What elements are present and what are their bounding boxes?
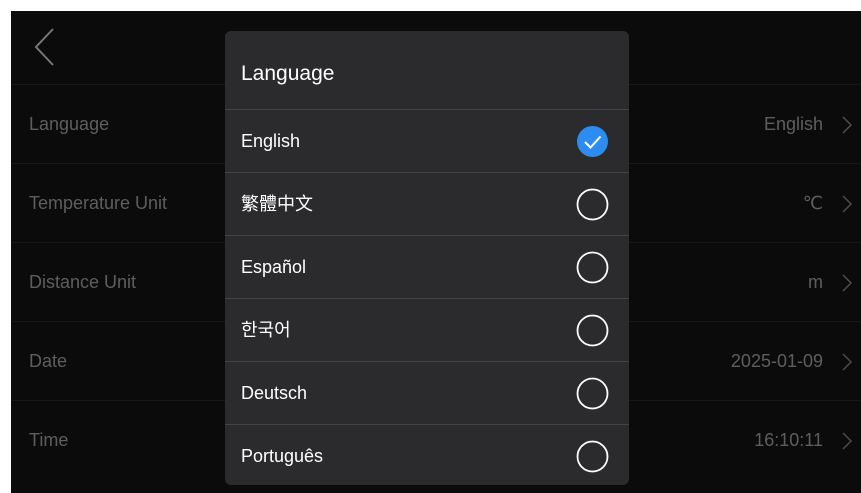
radio-unchecked-icon[interactable] <box>576 377 609 410</box>
language-option-label: Español <box>241 257 307 277</box>
language-option-traditional-chinese[interactable]: 繁體中文 <box>225 172 629 236</box>
language-option-label: English <box>241 131 301 151</box>
language-option-label: 한국어 <box>241 320 291 340</box>
language-option-label: 繁體中文 <box>241 194 313 214</box>
language-option-german[interactable]: Deutsch <box>225 361 629 425</box>
language-option-label: Português <box>241 446 324 466</box>
language-option-label: Deutsch <box>241 383 308 403</box>
radio-unchecked-icon[interactable] <box>576 314 609 347</box>
settings-screen: Language&Date&Time Language English Temp… <box>11 11 861 493</box>
language-dialog: Language English 繁體中文 Español 한국어 Deutsc… <box>225 31 629 485</box>
checked-radio-icon[interactable] <box>576 125 609 158</box>
language-option-korean[interactable]: 한국어 <box>225 298 629 362</box>
language-option-spanish[interactable]: Español <box>225 235 629 299</box>
radio-unchecked-icon[interactable] <box>576 440 609 473</box>
language-option-english[interactable]: English <box>225 109 629 173</box>
radio-unchecked-icon[interactable] <box>576 251 609 284</box>
language-option-portuguese[interactable]: Português <box>225 424 629 485</box>
radio-unchecked-icon[interactable] <box>576 188 609 221</box>
dialog-title: Language <box>241 62 335 85</box>
